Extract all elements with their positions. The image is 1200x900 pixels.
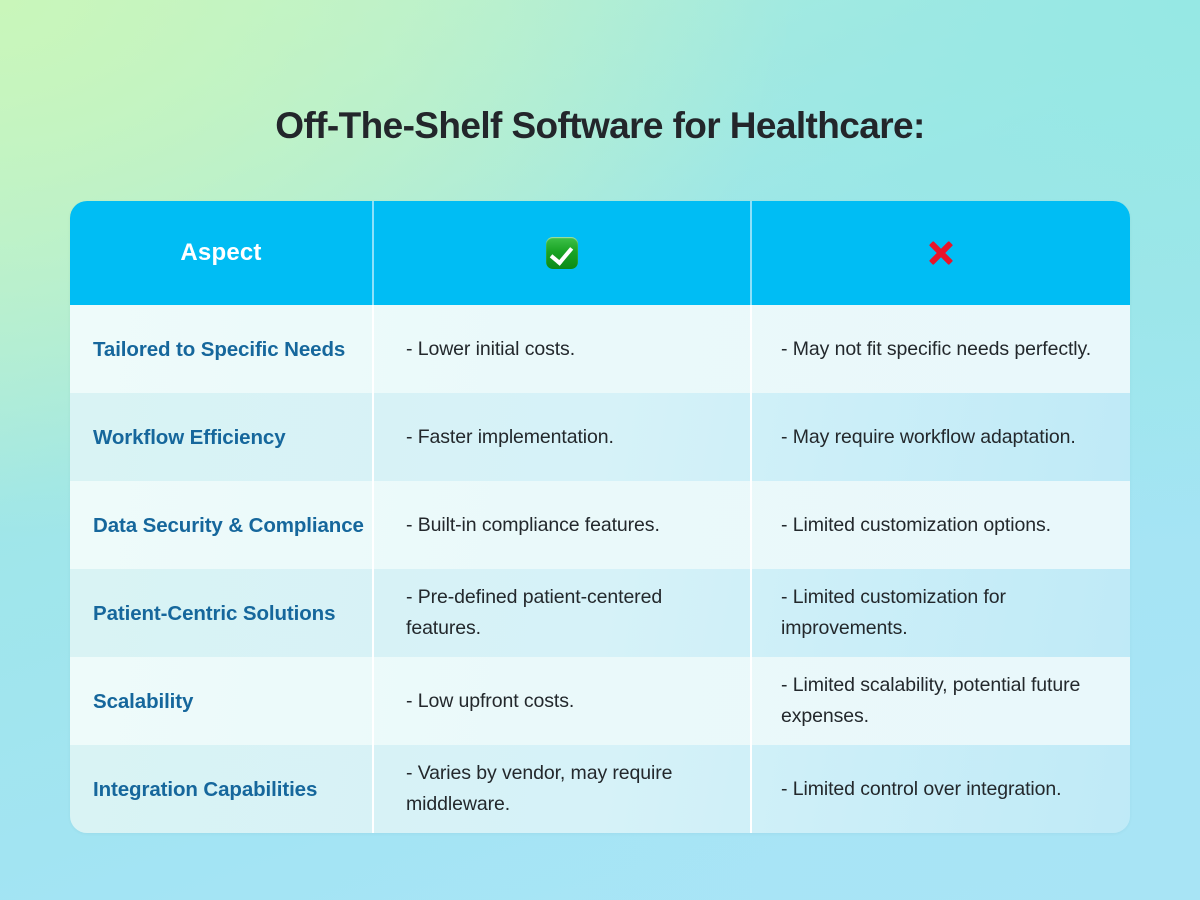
white-heavy-check-mark-icon (546, 237, 578, 269)
cell-pro: - Pre-defined patient-centered features. (372, 569, 750, 657)
table-row: Data Security & Compliance - Built-in co… (70, 481, 1130, 569)
header-cell-aspect: Aspect (70, 201, 372, 305)
aspect-label: Integration Capabilities (93, 777, 318, 801)
cell-aspect: Scalability (70, 657, 372, 745)
cell-con: - May require workflow adaptation. (750, 393, 1130, 481)
aspect-label: Scalability (93, 689, 194, 713)
aspect-label: Tailored to Specific Needs (93, 337, 346, 361)
con-text: - Limited customization for improvements… (781, 586, 1006, 639)
cell-con: - Limited scalability, potential future … (750, 657, 1130, 745)
cell-pro: - Built-in compliance features. (372, 481, 750, 569)
pro-text: - Faster implementation. (406, 425, 614, 448)
con-text: - Limited scalability, potential future … (781, 674, 1081, 727)
cell-con: - Limited customization for improvements… (750, 569, 1130, 657)
pro-text: - Lower initial costs. (406, 337, 576, 360)
cell-pro: - Low upfront costs. (372, 657, 750, 745)
table-row: Integration Capabilities - Varies by ven… (70, 745, 1130, 833)
cell-con: - May not fit specific needs perfectly. (750, 305, 1130, 393)
page-background: Off-The-Shelf Software for Healthcare: A… (0, 0, 1200, 900)
aspect-label: Workflow Efficiency (93, 425, 286, 449)
con-text: - May not fit specific needs perfectly. (781, 337, 1092, 360)
cell-pro: - Faster implementation. (372, 393, 750, 481)
aspect-label: Data Security & Compliance (93, 513, 364, 537)
table-row: Tailored to Specific Needs - Lower initi… (70, 305, 1130, 393)
cell-aspect: Tailored to Specific Needs (70, 305, 372, 393)
table-row: Scalability - Low upfront costs. - Limit… (70, 657, 1130, 745)
page-title: Off-The-Shelf Software for Healthcare: (275, 105, 925, 146)
table-row: Workflow Efficiency - Faster implementat… (70, 393, 1130, 481)
cell-pro: - Lower initial costs. (372, 305, 750, 393)
pro-text: - Varies by vendor, may require middlewa… (406, 762, 673, 815)
con-text: - Limited customization options. (781, 513, 1051, 536)
header-cell-pros (372, 201, 750, 305)
table-row: Patient-Centric Solutions - Pre-defined … (70, 569, 1130, 657)
header-cell-cons (750, 201, 1130, 305)
cell-con: - Limited customization options. (750, 481, 1130, 569)
cell-aspect: Integration Capabilities (70, 745, 372, 833)
cross-mark-icon (925, 237, 957, 269)
comparison-table: Aspect Tailored to Specific Needs - Lowe… (70, 201, 1130, 833)
cell-con: - Limited control over integration. (750, 745, 1130, 833)
table-header-row: Aspect (70, 201, 1130, 305)
con-text: - Limited control over integration. (781, 777, 1062, 800)
con-text: - May require workflow adaptation. (781, 425, 1076, 448)
pro-text: - Built-in compliance features. (406, 513, 660, 536)
header-label-aspect: Aspect (180, 239, 262, 266)
pro-text: - Pre-defined patient-centered features. (406, 586, 663, 639)
aspect-label: Patient-Centric Solutions (93, 601, 336, 625)
cell-aspect: Workflow Efficiency (70, 393, 372, 481)
cell-aspect: Patient-Centric Solutions (70, 569, 372, 657)
pro-text: - Low upfront costs. (406, 689, 575, 712)
cell-pro: - Varies by vendor, may require middlewa… (372, 745, 750, 833)
cell-aspect: Data Security & Compliance (70, 481, 372, 569)
